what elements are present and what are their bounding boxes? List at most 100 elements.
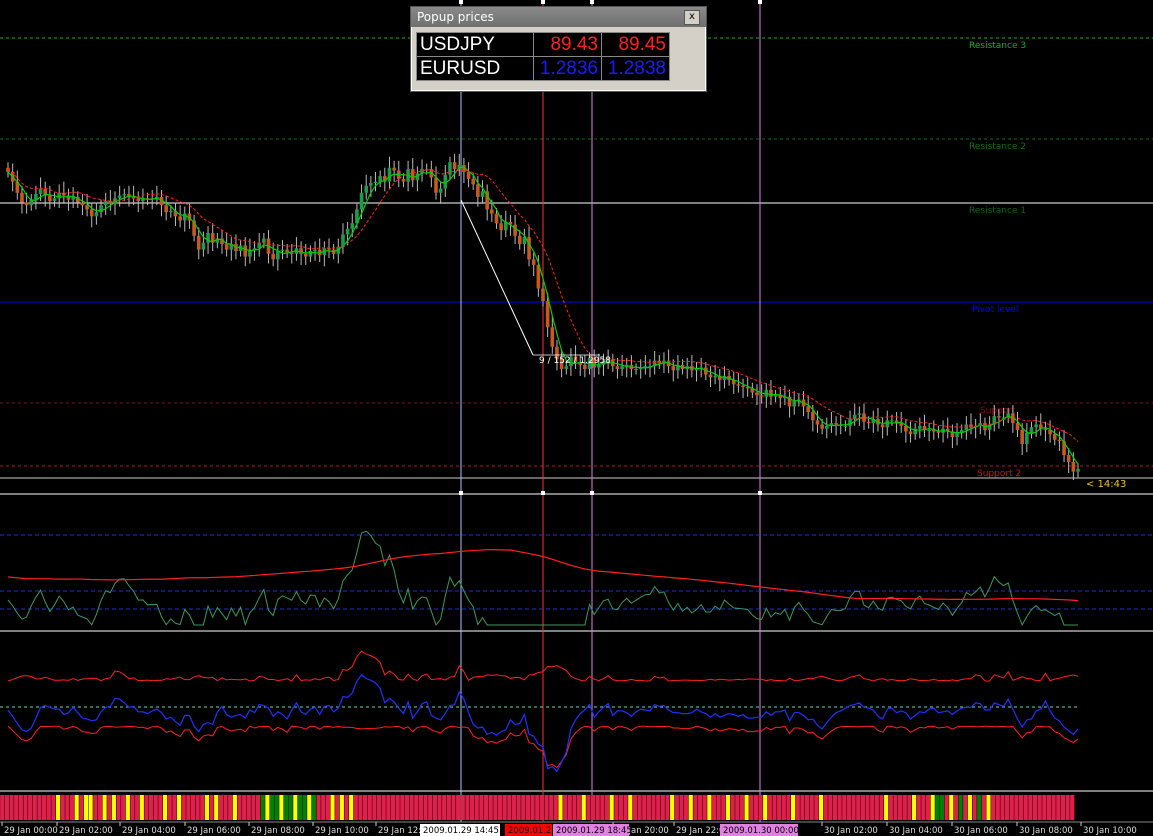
signal-bar <box>646 795 651 820</box>
candle-body <box>476 184 480 197</box>
signal-bar <box>651 795 656 820</box>
candle-body <box>94 212 99 217</box>
table-row[interactable]: USDJPY 89.43 89.45 <box>416 32 670 57</box>
candle-body <box>634 368 638 370</box>
signal-bar <box>870 795 875 820</box>
bid-cell: 89.43 <box>533 32 602 57</box>
close-icon[interactable]: x <box>684 10 700 25</box>
candle-body <box>350 223 355 229</box>
signal-bar <box>465 795 470 820</box>
time-axis-label: 29 Jan 08:00 <box>251 826 305 836</box>
signal-bar <box>595 795 600 820</box>
candle-body <box>848 418 852 426</box>
signal-bar <box>1028 795 1033 820</box>
signal-bar <box>200 795 205 820</box>
signal-bar <box>837 795 842 820</box>
signal-bar <box>1032 795 1038 820</box>
signal-bar <box>88 795 93 820</box>
signal-bar <box>884 795 889 820</box>
signal-bar <box>37 795 42 820</box>
candle-body <box>490 209 494 214</box>
signal-bar <box>55 795 61 820</box>
candle-body <box>550 327 555 347</box>
candle-body <box>1029 427 1034 433</box>
signal-bar <box>335 795 340 820</box>
signal-bar <box>684 795 689 820</box>
candle-body <box>452 162 457 170</box>
signal-bar <box>511 795 517 820</box>
candle-body <box>755 392 759 396</box>
signal-bar <box>125 795 130 820</box>
line-handle <box>590 491 594 495</box>
table-row[interactable]: EURUSD 1.2836 1.2838 <box>416 56 670 81</box>
signal-bar <box>474 795 479 820</box>
countdown-label: < 14:43 <box>1086 479 1126 490</box>
candle-body <box>117 195 122 199</box>
signal-bar <box>418 795 424 820</box>
signal-bar <box>256 795 261 820</box>
signal-bar <box>963 795 968 820</box>
candle-body <box>285 249 289 253</box>
signal-bar <box>111 795 116 820</box>
line-handle <box>459 0 463 4</box>
price-chart[interactable]: Resistance 3 Resistance 2 Resistance 1 Pivo… <box>0 0 1153 836</box>
signal-bar <box>283 795 289 820</box>
time-axis-label: 30 Jan 08:00 <box>1019 826 1073 836</box>
candle-body <box>271 253 275 260</box>
signal-bar <box>944 795 949 820</box>
popup-titlebar[interactable]: Popup prices x <box>411 7 706 27</box>
signal-bar <box>51 795 56 820</box>
signal-bar <box>470 795 475 820</box>
signal-bar <box>307 795 312 820</box>
candle-body <box>736 384 741 386</box>
signal-bar <box>367 795 372 820</box>
candle-body <box>927 430 931 432</box>
trendline-label: 9 / 152 / 1.2958 <box>539 356 611 366</box>
signal-bar <box>623 795 628 820</box>
signal-bar <box>186 795 191 820</box>
candle-body <box>80 202 85 206</box>
signal-bar <box>232 795 237 820</box>
candle-body <box>20 192 24 203</box>
candle-body <box>471 178 476 185</box>
candle-body <box>164 205 168 213</box>
candle-body <box>243 245 248 257</box>
signal-bar <box>925 795 931 820</box>
candle-body <box>299 248 303 254</box>
signal-bar <box>260 795 265 820</box>
signal-bar <box>144 795 149 820</box>
symbol-cell: USDJPY <box>416 32 534 57</box>
signal-bar <box>721 795 726 820</box>
candle-body <box>792 400 797 407</box>
signal-bar <box>65 795 70 820</box>
time-axis-label: 30 Jan 06:00 <box>954 826 1008 836</box>
signal-bar <box>209 795 214 820</box>
candle-body <box>513 224 517 236</box>
resistance2-label: Resistance 2 <box>969 142 1026 152</box>
candle-body <box>38 188 43 195</box>
candle-body <box>885 420 890 428</box>
signal-bar <box>23 795 28 820</box>
candle-body <box>866 421 871 424</box>
time-axis-label: 29 Jan 06:00 <box>187 826 241 836</box>
signal-bar <box>814 795 819 820</box>
signal-bar <box>446 795 451 820</box>
candle-body <box>824 425 829 429</box>
candle-body <box>201 242 206 250</box>
candle-body <box>52 198 57 202</box>
signal-bar <box>167 795 172 820</box>
signal-bar <box>214 795 219 820</box>
signal-bar <box>688 795 693 820</box>
signal-bar <box>181 795 186 820</box>
candle-body <box>517 235 522 245</box>
signal-bar <box>981 795 986 820</box>
popup-prices-window[interactable]: Popup prices x USDJPY 89.43 89.45 EURUSD… <box>410 6 707 92</box>
pivot-label: Pivot level <box>972 305 1018 315</box>
time-highlight-label: 2009.01.29 14:45 <box>423 826 499 836</box>
signal-bar <box>856 795 861 820</box>
signal-bar <box>265 795 270 820</box>
signal-bar <box>363 795 368 820</box>
candle-body <box>103 201 108 206</box>
candle-body <box>620 366 624 369</box>
signal-bar <box>376 795 382 820</box>
